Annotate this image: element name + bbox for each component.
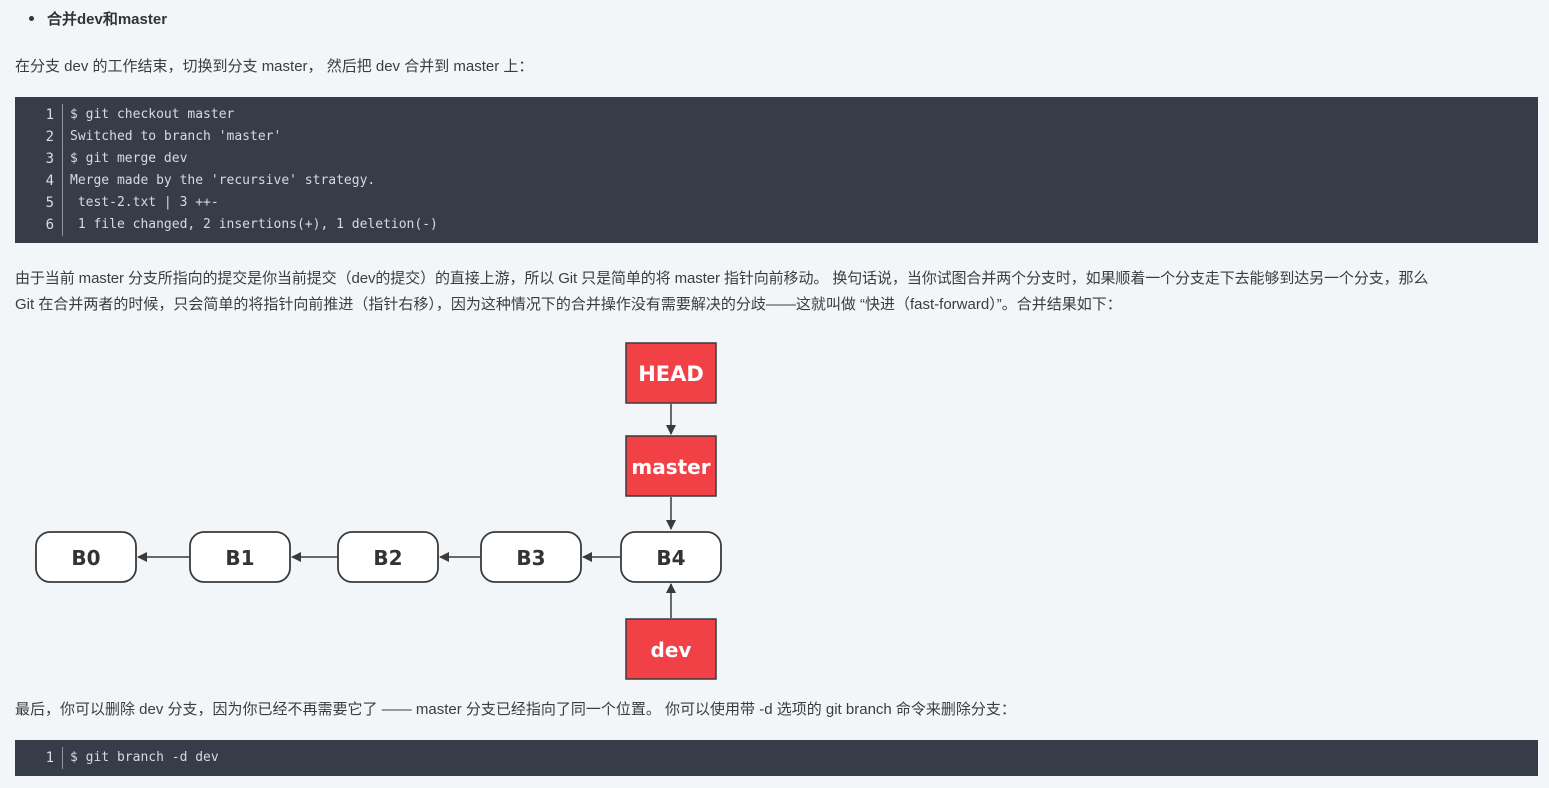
line-number: 5 bbox=[15, 192, 63, 214]
fast-forward-diagram: HEAD master dev B0 B1 B2 B3 B4 bbox=[15, 330, 775, 690]
commit-b2-label: B2 bbox=[373, 546, 402, 570]
code-text: $ git merge dev bbox=[70, 151, 188, 166]
line-number: 1 bbox=[15, 104, 63, 126]
code-text: Switched to branch 'master' bbox=[70, 129, 282, 144]
code-line: 1 $ git checkout master bbox=[15, 104, 1538, 126]
code-line: 2 Switched to branch 'master' bbox=[15, 126, 1538, 148]
code-line: 1 $ git branch -d dev bbox=[15, 747, 1538, 769]
code-text: $ git branch -d dev bbox=[70, 750, 219, 765]
intro-paragraph: 在分支 dev 的工作结束，切换到分支 master， 然后把 dev 合并到 … bbox=[15, 58, 534, 75]
code-line: 6 1 file changed, 2 insertions(+), 1 del… bbox=[15, 214, 1538, 236]
explanation-line-1: 由于当前 master 分支所指向的提交是你当前提交（dev的提交）的直接上游，… bbox=[15, 270, 1429, 287]
line-number: 6 bbox=[15, 214, 63, 236]
code-text: test-2.txt | 3 ++- bbox=[70, 195, 219, 210]
line-number: 3 bbox=[15, 148, 63, 170]
code-line: 4 Merge made by the 'recursive' strategy… bbox=[15, 170, 1538, 192]
head-label: HEAD bbox=[638, 362, 704, 386]
explanation-paragraph: 由于当前 master 分支所指向的提交是你当前提交（dev的提交）的直接上游，… bbox=[15, 266, 1538, 318]
line-number: 1 bbox=[15, 747, 63, 769]
code-block-delete[interactable]: 1 $ git branch -d dev bbox=[15, 740, 1538, 776]
bullet-icon bbox=[29, 16, 34, 21]
commit-b3-label: B3 bbox=[516, 546, 545, 570]
code-block-merge[interactable]: 1 $ git checkout master 2 Switched to br… bbox=[15, 97, 1538, 243]
code-text: Merge made by the 'recursive' strategy. bbox=[70, 173, 376, 188]
code-text: 1 file changed, 2 insertions(+), 1 delet… bbox=[70, 217, 438, 232]
commit-b1-label: B1 bbox=[225, 546, 254, 570]
master-label: master bbox=[631, 455, 710, 479]
code-line: 5 test-2.txt | 3 ++- bbox=[15, 192, 1538, 214]
section-heading: 合并dev和master bbox=[29, 8, 167, 29]
commit-b4-label: B4 bbox=[656, 546, 685, 570]
dev-label: dev bbox=[651, 638, 692, 662]
closing-paragraph: 最后，你可以删除 dev 分支，因为你已经不再需要它了 —— master 分支… bbox=[15, 701, 1016, 718]
code-line: 3 $ git merge dev bbox=[15, 148, 1538, 170]
section-heading-text: 合并dev和master bbox=[47, 11, 168, 28]
line-number: 2 bbox=[15, 126, 63, 148]
diagram-svg: HEAD master dev B0 B1 B2 B3 B4 bbox=[35, 342, 722, 680]
code-text: $ git checkout master bbox=[70, 107, 235, 122]
line-number: 4 bbox=[15, 170, 63, 192]
explanation-line-2: Git 在合并两者的时候，只会简单的将指针向前推进（指针右移），因为这种情况下的… bbox=[15, 296, 1122, 313]
commit-b0-label: B0 bbox=[71, 546, 100, 570]
